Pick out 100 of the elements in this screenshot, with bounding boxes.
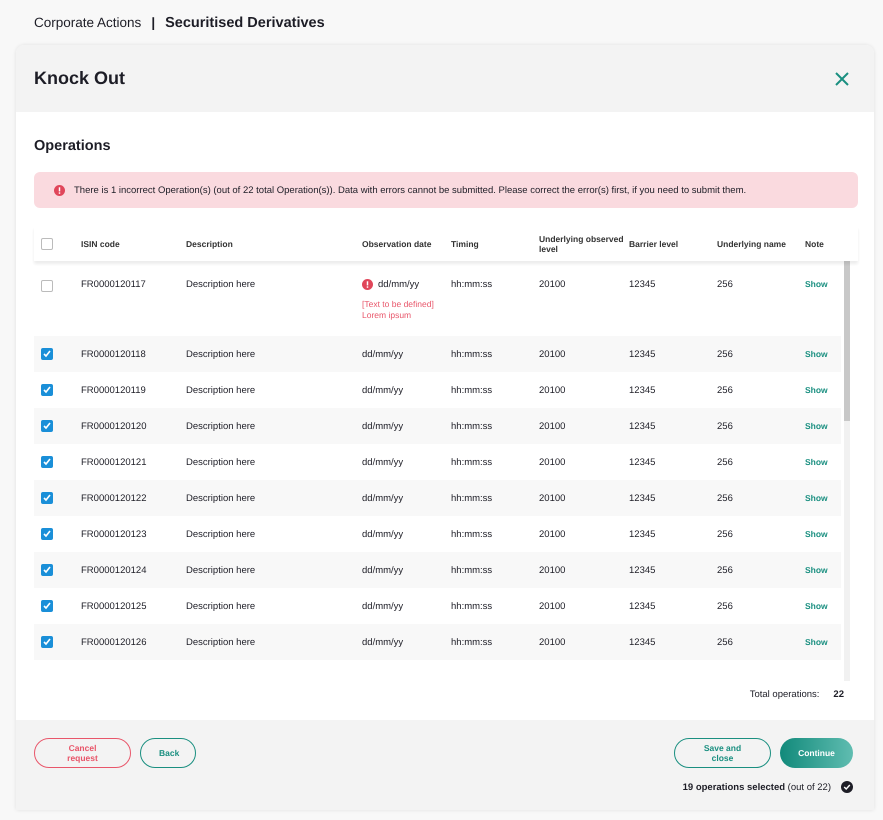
cancel-request-button[interactable]: Cancel request <box>34 738 131 768</box>
table-cell: Description here <box>186 636 256 648</box>
table-cell: dd/mm/yy <box>362 492 404 504</box>
table-cell: hh:mm:ss <box>451 492 492 504</box>
table-cell: dd/mm/yy <box>362 564 404 576</box>
table-cell: Description here <box>186 420 256 432</box>
page-title: Securitised Derivatives <box>165 14 325 30</box>
table-cell: FR0000120119 <box>81 384 146 396</box>
table-cell: Description here <box>186 492 256 504</box>
table-cell: 20100 <box>539 528 566 540</box>
show-note-link[interactable]: Show <box>805 492 828 502</box>
table-cell: FR0000120126 <box>81 636 146 648</box>
table-cell: 20100 <box>539 600 566 612</box>
table-cell: Description here <box>186 279 256 290</box>
table-cell: hh:mm:ss <box>451 348 492 360</box>
row-checkbox[interactable] <box>41 636 53 648</box>
section-title: Operations <box>34 138 112 154</box>
row-checkbox[interactable] <box>41 492 53 504</box>
close-icon[interactable] <box>834 70 850 86</box>
show-note-link[interactable]: Show <box>805 384 828 394</box>
row-checkbox[interactable] <box>41 280 53 292</box>
table-cell: dd/mm/yy <box>362 384 404 396</box>
table-cell: dd/mm/yy <box>362 420 404 432</box>
table-cell: FR0000120117 <box>81 279 146 290</box>
row-checkbox[interactable] <box>41 348 53 360</box>
table-cell: 256 <box>717 348 733 360</box>
column-header: Description <box>186 238 233 248</box>
table-cell: hh:mm:ss <box>451 600 492 612</box>
scrollbar-thumb[interactable] <box>844 261 850 421</box>
table-cell: 20100 <box>539 420 566 432</box>
show-note-link[interactable]: Show <box>805 636 828 646</box>
show-note-link[interactable]: Show <box>805 420 828 430</box>
column-header: Barrier level <box>629 238 678 248</box>
row-checkbox[interactable] <box>41 456 53 468</box>
back-button[interactable]: Back <box>140 738 196 768</box>
error-message: Lorem ipsum <box>362 310 412 322</box>
row-checkbox[interactable] <box>41 528 53 540</box>
row-checkbox[interactable] <box>41 564 53 576</box>
table-cell: 12345 <box>629 384 656 396</box>
table-cell: hh:mm:ss <box>451 384 492 396</box>
table-cell: hh:mm:ss <box>451 420 492 432</box>
table-cell: Description here <box>186 348 256 360</box>
table-cell: FR0000120123 <box>81 528 146 540</box>
table-cell: dd/mm/yy <box>362 348 404 360</box>
table-cell: 20100 <box>539 279 566 290</box>
table-cell: 20100 <box>539 564 566 576</box>
table-cell: 20100 <box>539 492 566 504</box>
table-cell: 256 <box>717 528 733 540</box>
check-circle-icon <box>841 781 853 793</box>
table-cell: hh:mm:ss <box>451 456 492 468</box>
show-note-link[interactable]: Show <box>805 528 828 538</box>
table-cell: dd/mm/yy <box>362 456 404 468</box>
table-cell: 12345 <box>629 528 656 540</box>
table-cell: 12345 <box>629 636 656 648</box>
table-cell: 256 <box>717 492 733 504</box>
breadcrumb-link[interactable]: Corporate Actions <box>34 15 142 30</box>
table-cell: 256 <box>717 564 733 576</box>
row-checkbox[interactable] <box>41 420 53 432</box>
table-cell: 20100 <box>539 348 566 360</box>
table-cell: 256 <box>717 636 733 648</box>
table-cell: 12345 <box>629 456 656 468</box>
table-cell: Description here <box>186 528 256 540</box>
column-header: Underlying name <box>717 238 786 248</box>
table-cell: 12345 <box>629 600 656 612</box>
selection-summary: 19 operations selected (out of 22) <box>682 782 831 792</box>
table-cell: dd/mm/yy <box>378 279 420 290</box>
alert-message: There is 1 incorrect Operation(s) (out of 22 total Operation(s)). Data with errors cannot be submitted. Please correct the error(s) first, if you need to submit them. <box>74 184 746 196</box>
table-cell: Description here <box>186 564 256 576</box>
table-cell: Description here <box>186 600 256 612</box>
show-note-link[interactable]: Show <box>805 564 828 574</box>
show-note-link[interactable]: Show <box>805 348 828 358</box>
table-cell: Description here <box>186 384 256 396</box>
column-header: Timing <box>451 238 479 248</box>
save-and-close-button[interactable]: Save and close <box>674 738 771 768</box>
table-cell: 12345 <box>629 348 656 360</box>
table-cell: 20100 <box>539 636 566 648</box>
table-cell: dd/mm/yy <box>362 636 404 648</box>
error-icon <box>362 279 373 290</box>
show-note-link[interactable]: Show <box>805 279 828 289</box>
table-cell: 256 <box>717 384 733 396</box>
table-cell: FR0000120122 <box>81 492 146 504</box>
table-cell: 256 <box>717 600 733 612</box>
select-all-checkbox[interactable] <box>41 238 53 250</box>
breadcrumb-separator: | <box>151 15 156 30</box>
row-checkbox[interactable] <box>41 600 53 612</box>
show-note-link[interactable]: Show <box>805 600 828 610</box>
table-cell: 12345 <box>629 279 656 290</box>
table-cell: dd/mm/yy <box>362 600 404 612</box>
table-cell: 12345 <box>629 492 656 504</box>
table-cell: dd/mm/yy <box>362 528 404 540</box>
show-note-link[interactable]: Show <box>805 456 828 466</box>
continue-button[interactable]: Continue <box>780 738 853 768</box>
table-cell: 20100 <box>539 384 566 396</box>
table-cell: 256 <box>717 279 733 290</box>
row-checkbox[interactable] <box>41 384 53 396</box>
error-message: [Text to be defined] <box>362 299 435 310</box>
table-cell: 12345 <box>629 420 656 432</box>
total-label: Total operations: <box>750 689 820 700</box>
column-header: Note <box>805 238 824 248</box>
table-cell: hh:mm:ss <box>451 528 492 540</box>
